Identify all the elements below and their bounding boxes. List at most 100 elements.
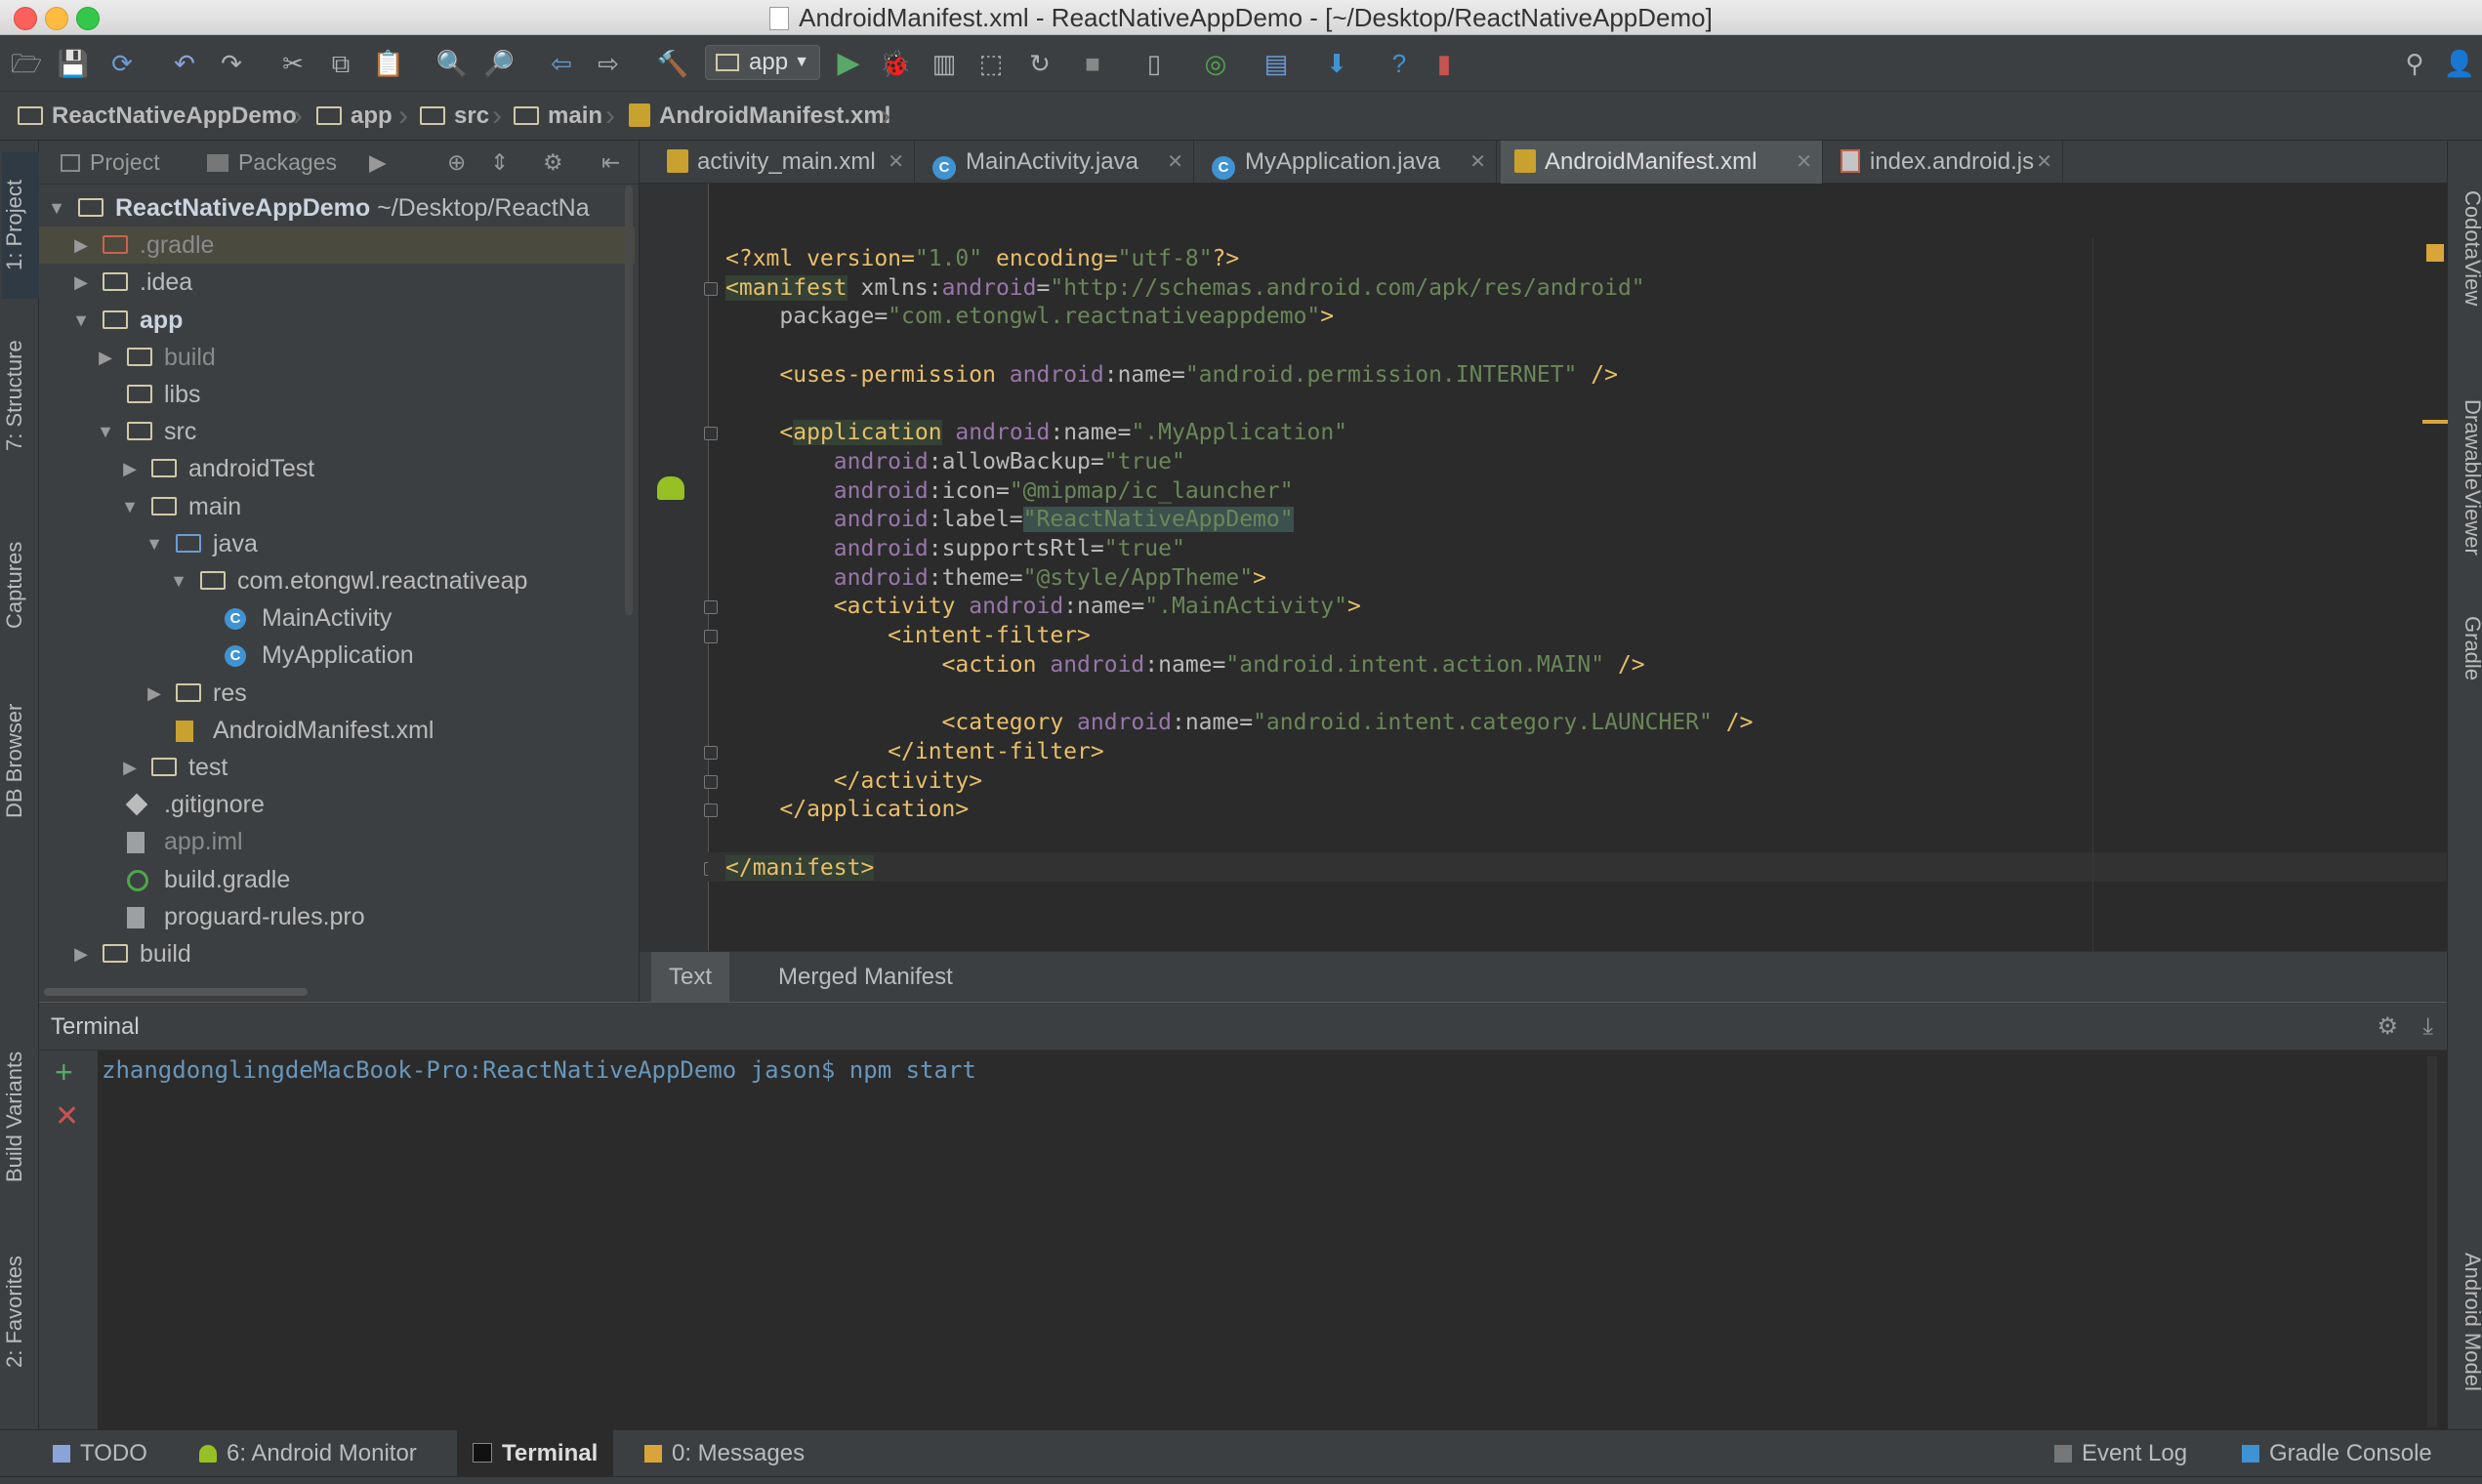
hide-panel-icon[interactable]: ⤓ — [2422, 1003, 2433, 1051]
editor-tab[interactable]: C MyApplication.java ✕ — [1198, 141, 1497, 184]
editor-tab[interactable]: C MainActivity.java ✕ — [919, 141, 1194, 184]
hide-panel-icon[interactable]: ⇤ — [601, 141, 620, 184]
make-project-icon[interactable]: 🔨 — [656, 47, 689, 80]
replace-icon[interactable]: 🔎 — [482, 47, 516, 80]
tree-item[interactable]: ▼ com.etongwl.reactnativeap — [39, 562, 635, 599]
expand-arrow-icon[interactable]: ▶ — [120, 749, 140, 786]
tree-item[interactable]: ▶ test — [39, 749, 635, 786]
collapse-arrow-icon[interactable]: ▼ — [120, 488, 140, 525]
tree-item[interactable]: ▼ app — [39, 302, 635, 339]
redo-icon[interactable]: ↷ — [215, 47, 248, 80]
tool-gradle-console[interactable]: Gradle Console — [2242, 1430, 2432, 1477]
gradle-sync-icon[interactable]: ◎ — [1199, 47, 1232, 80]
tool-tab-codotaview[interactable]: CodotaView — [2448, 160, 2482, 336]
find-icon[interactable]: 🔍 — [435, 47, 469, 80]
tool-todo[interactable]: TODO — [53, 1430, 147, 1477]
breadcrumb-item-manifest[interactable]: AndroidManifest.xml — [629, 92, 890, 141]
android-icon[interactable] — [657, 476, 684, 500]
tree-item[interactable]: libs — [39, 376, 635, 413]
close-window-button[interactable] — [14, 7, 37, 30]
tree-item[interactable]: ▶ build — [39, 935, 635, 972]
close-tab-icon[interactable]: ✕ — [1796, 141, 1812, 184]
attach-debugger-icon[interactable]: ⬚ — [974, 47, 1008, 80]
sdk-manager-icon[interactable]: ⬇ — [1320, 47, 1353, 80]
error-stripe-mark[interactable] — [2422, 420, 2448, 424]
more-views-icon[interactable]: ▶ — [369, 141, 387, 184]
tree-item[interactable]: AndroidManifest.xml — [39, 712, 635, 749]
gear-icon[interactable]: ⚙ — [543, 141, 563, 184]
close-tab-icon[interactable]: ✕ — [2036, 141, 2052, 184]
terminal-prompt-line[interactable]: zhangdonglingdeMacBook-Pro:ReactNativeAp… — [102, 1051, 976, 1090]
paste-icon[interactable]: 📋 — [372, 47, 405, 80]
tool-tab-project[interactable]: 1: Project — [2, 152, 39, 299]
collapse-arrow-icon[interactable]: ▼ — [145, 525, 164, 562]
debug-icon[interactable]: 🐞 — [879, 47, 912, 80]
help-icon[interactable]: ? — [1383, 47, 1416, 80]
tree-item[interactable]: .gitignore — [39, 786, 635, 823]
expand-arrow-icon[interactable]: ▶ — [96, 339, 115, 376]
fold-marker-icon[interactable] — [704, 427, 718, 441]
collapse-arrow-icon[interactable]: ▼ — [71, 302, 91, 339]
tree-item[interactable]: proguard-rules.pro — [39, 898, 635, 935]
editor-tab[interactable]: activity_main.xml ✕ — [653, 141, 915, 184]
search-everywhere-icon[interactable]: ⚲ — [2398, 47, 2431, 80]
tool-messages[interactable]: 0: Messages — [644, 1430, 805, 1477]
tree-item[interactable]: ▶ build — [39, 339, 635, 376]
expand-arrow-icon[interactable]: ▶ — [145, 675, 164, 712]
gear-icon[interactable]: ⚙ — [2377, 1003, 2398, 1051]
tool-tab-drawableviewer[interactable]: DrawableViewer — [2448, 365, 2482, 590]
stop-icon[interactable]: ■ — [1076, 47, 1109, 80]
tool-tab-gradle[interactable]: Gradle — [2448, 590, 2482, 707]
tool-event-log[interactable]: Event Log — [2054, 1430, 2187, 1477]
tree-item[interactable]: ▶ .gradle — [39, 227, 635, 265]
tree-item[interactable]: app.iml — [39, 823, 635, 860]
expand-arrow-icon[interactable]: ▶ — [71, 227, 91, 264]
tab-text[interactable]: Text — [651, 952, 730, 1003]
expand-arrow-icon[interactable]: ▶ — [71, 264, 91, 301]
run-configuration-dropdown[interactable]: app ▼ — [705, 45, 820, 80]
new-session-icon[interactable]: + — [55, 1054, 73, 1091]
breadcrumb-item-src[interactable]: src — [420, 92, 489, 141]
zoom-window-button[interactable] — [76, 7, 100, 30]
tab-merged-manifest[interactable]: Merged Manifest — [761, 952, 971, 1003]
back-icon[interactable]: ⇦ — [545, 47, 578, 80]
cut-icon[interactable]: ✂ — [276, 47, 310, 80]
tree-item[interactable]: ▼ ReactNativeAppDemo ~/Desktop/ReactNa — [39, 189, 635, 227]
fold-marker-icon[interactable] — [704, 281, 718, 296]
tree-item[interactable]: ▶ res — [39, 675, 635, 712]
tab-packages-view[interactable]: Packages — [207, 141, 337, 184]
tab-project-view[interactable]: Project — [61, 141, 160, 184]
close-tab-icon[interactable]: ✕ — [888, 141, 904, 184]
save-all-icon[interactable]: 💾 — [57, 47, 90, 80]
run-icon[interactable]: ▶ — [832, 47, 865, 80]
tree-item[interactable]: ▼ main — [39, 488, 635, 525]
fold-marker-icon[interactable] — [704, 745, 718, 760]
forward-icon[interactable]: ⇨ — [592, 47, 625, 80]
tool-terminal[interactable]: Terminal — [457, 1430, 614, 1477]
collapse-all-icon[interactable]: ⇕ — [490, 141, 509, 184]
sync-icon[interactable]: ⟳ — [105, 47, 139, 80]
terminal-panel[interactable]: + ✕ zhangdonglingdeMacBook-Pro:ReactNati… — [39, 1051, 2447, 1429]
editor-tab[interactable]: AndroidManifest.xml ✕ — [1501, 141, 1823, 184]
tool-android-monitor[interactable]: 6: Android Monitor — [199, 1430, 417, 1477]
tool-tab-favorites[interactable]: 2: Favorites — [2, 1244, 39, 1381]
vertical-scrollbar[interactable] — [625, 186, 633, 615]
project-structure-icon[interactable]: ▤ — [1260, 47, 1293, 80]
copy-icon[interactable]: ⧉ — [324, 47, 357, 80]
apply-changes-icon[interactable]: ↻ — [1023, 47, 1056, 80]
expand-arrow-icon[interactable]: ▶ — [71, 935, 91, 972]
android-device-monitor-icon[interactable]: ▮ — [1427, 47, 1461, 80]
close-tab-icon[interactable]: ✕ — [1469, 141, 1486, 184]
fold-marker-icon[interactable] — [704, 804, 718, 818]
breadcrumb-item-project[interactable]: ReactNativeAppDemo — [18, 92, 297, 141]
expand-arrow-icon[interactable]: ▶ — [120, 450, 140, 487]
breadcrumb-item-app[interactable]: app — [316, 92, 393, 141]
horizontal-scrollbar[interactable] — [44, 988, 308, 996]
avd-manager-icon[interactable]: ▯ — [1138, 47, 1171, 80]
locate-file-icon[interactable]: ⊕ — [447, 141, 466, 184]
open-folder-icon[interactable]: 🗁 — [10, 47, 43, 80]
tree-item[interactable]: ▶ androidTest — [39, 450, 635, 487]
tree-item[interactable]: C MainActivity — [39, 599, 635, 637]
minimize-window-button[interactable] — [45, 7, 68, 30]
user-icon[interactable]: 👤 — [2443, 47, 2476, 80]
